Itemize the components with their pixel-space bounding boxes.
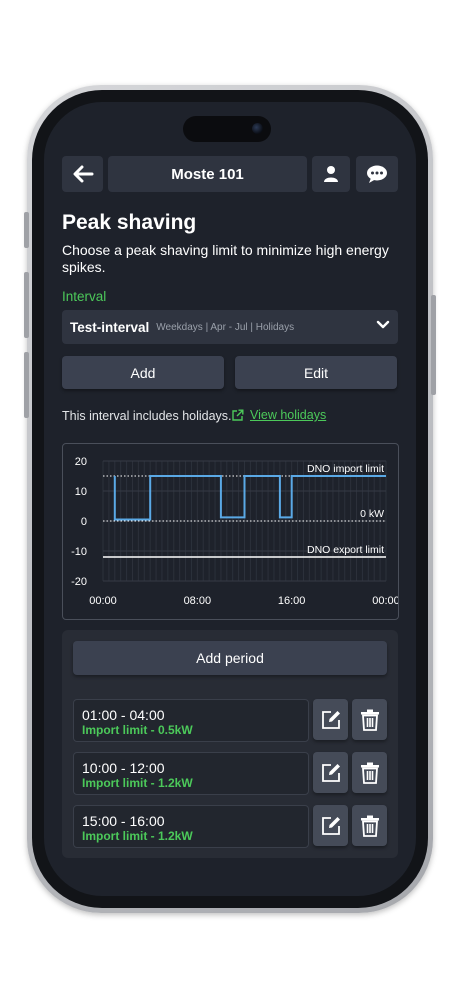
x-tick-label: 08:00 bbox=[184, 595, 212, 607]
site-title: Moste 101 bbox=[171, 165, 244, 183]
y-tick-label: 0 bbox=[81, 516, 87, 528]
period-time: 10:00 - 12:00 bbox=[82, 760, 165, 776]
edit-period-button[interactable] bbox=[313, 752, 348, 793]
edit-icon bbox=[321, 763, 340, 782]
delete-period-button[interactable] bbox=[352, 752, 387, 793]
period-limit: Import limit - 1.2kW bbox=[82, 829, 193, 843]
page-subtitle: Choose a peak shaving limit to minimize … bbox=[62, 242, 389, 275]
edit-icon bbox=[321, 816, 340, 835]
y-tick-label: -20 bbox=[71, 576, 87, 588]
reference-line-label: DNO import limit bbox=[307, 463, 384, 475]
trash-icon bbox=[360, 709, 379, 731]
camera-icon bbox=[252, 123, 263, 134]
chart-svg: DNO import limit 0 kW DNO export limit 20 1… bbox=[71, 456, 400, 607]
period-time: 15:00 - 16:00 bbox=[82, 813, 165, 829]
y-tick-label: 20 bbox=[75, 456, 87, 468]
add-interval-button[interactable]: Add bbox=[62, 356, 224, 389]
period-time: 01:00 - 04:00 bbox=[82, 707, 165, 723]
chart-y-ticks: 20 10 0 -10 -20 bbox=[71, 456, 87, 588]
trash-icon bbox=[360, 815, 379, 837]
edit-period-button[interactable] bbox=[313, 699, 348, 740]
back-button[interactable] bbox=[62, 156, 103, 192]
period-item[interactable]: 10:00 - 12:00 Import limit - 1.2kW bbox=[73, 752, 309, 795]
y-tick-label: -10 bbox=[71, 546, 87, 558]
period-item[interactable]: 01:00 - 04:00 Import limit - 0.5kW bbox=[73, 699, 309, 742]
arrow-left-icon bbox=[73, 165, 93, 183]
period-limit: Import limit - 1.2kW bbox=[82, 776, 193, 790]
chevron-down-icon bbox=[376, 320, 390, 329]
peak-shaving-chart: DNO import limit 0 kW DNO export limit 20 1… bbox=[62, 443, 400, 620]
x-tick-label: 16:00 bbox=[278, 595, 306, 607]
add-period-label: Add period bbox=[196, 650, 264, 666]
interval-meta: Weekdays | Apr - Jul | Holidays bbox=[156, 321, 295, 333]
delete-period-button[interactable] bbox=[352, 699, 387, 740]
external-link-icon bbox=[232, 409, 244, 421]
page-title: Peak shaving bbox=[62, 211, 197, 234]
view-holidays-link[interactable]: View holidays bbox=[231, 408, 326, 422]
edit-interval-label: Edit bbox=[303, 364, 329, 381]
x-tick-label: 00:00 bbox=[89, 595, 117, 607]
add-period-button[interactable]: Add period bbox=[73, 641, 387, 675]
chat-button[interactable] bbox=[356, 156, 398, 192]
reference-line-label: 0 kW bbox=[360, 508, 384, 520]
y-tick-label: 10 bbox=[75, 486, 87, 498]
interval-label: Interval bbox=[62, 289, 107, 304]
x-tick-label: 00:00 bbox=[372, 595, 398, 607]
period-item[interactable]: 15:00 - 16:00 Import limit - 1.2kW bbox=[73, 805, 309, 848]
trash-icon bbox=[360, 762, 379, 784]
holiday-note: This interval includes holidays. bbox=[62, 409, 232, 423]
edit-icon bbox=[321, 710, 340, 729]
interval-select[interactable]: Test-interval Weekdays | Apr - Jul | Hol… bbox=[62, 310, 398, 344]
edit-interval-button[interactable]: Edit bbox=[235, 356, 397, 389]
user-icon bbox=[324, 166, 338, 182]
period-limit: Import limit - 0.5kW bbox=[82, 723, 193, 737]
power-button bbox=[431, 295, 436, 395]
mute-switch bbox=[24, 212, 29, 248]
delete-period-button[interactable] bbox=[352, 805, 387, 846]
volume-up-button bbox=[24, 272, 29, 338]
interval-name: Test-interval bbox=[70, 319, 150, 335]
profile-button[interactable] bbox=[312, 156, 350, 192]
chat-bubble-icon bbox=[367, 165, 387, 183]
add-interval-label: Add bbox=[130, 364, 156, 381]
reference-line-label: DNO export limit bbox=[307, 544, 384, 556]
volume-down-button bbox=[24, 352, 29, 418]
edit-period-button[interactable] bbox=[313, 805, 348, 846]
view-holidays-label: View holidays bbox=[250, 408, 327, 422]
chart-x-ticks: 00:00 08:00 16:00 00:00 bbox=[89, 595, 400, 607]
site-title-bar: Moste 101 bbox=[108, 156, 307, 192]
